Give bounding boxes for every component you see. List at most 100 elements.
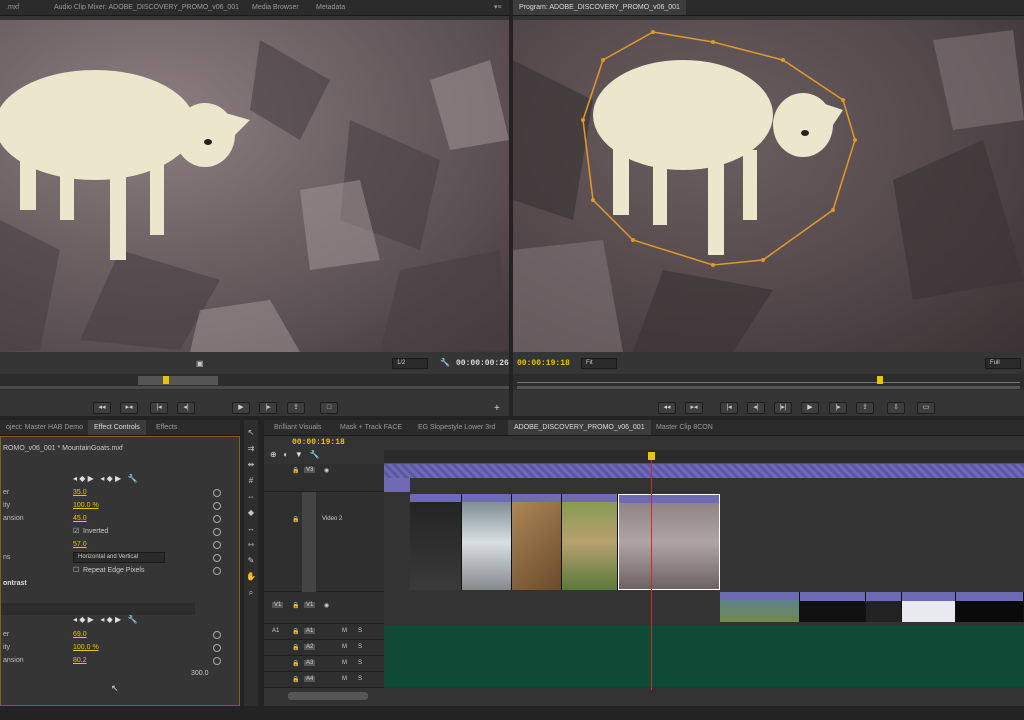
play-stop-button[interactable]: ▶ [232,402,250,414]
linked-selection-icon[interactable]: ◐ [283,450,288,459]
lock-icon[interactable]: 🔒 [292,602,299,609]
v1-clip[interactable] [902,592,956,622]
timeline-settings-icon[interactable]: 🔧 [309,450,319,459]
audio-clip[interactable] [384,625,1024,687]
program-resolution-dropdown[interactable]: Full [985,358,1021,369]
mute-button[interactable]: M [342,628,347,634]
program-extract-button[interactable]: ⇩ [887,402,905,414]
razor-tool-icon[interactable]: ◆ [246,508,256,518]
rolling-edit-tool-icon[interactable]: # [246,476,256,486]
zoom-tool-icon[interactable]: ⌕ [246,588,256,598]
reset-icon[interactable] [213,554,221,562]
program-mark-in-button[interactable]: ◂◂ [658,402,676,414]
tab-master-clip[interactable]: Master Clip 8CON [650,420,719,435]
tab-mask-track-face[interactable]: Mask + Track FACE [334,420,408,435]
v3-clip-2[interactable] [384,478,410,492]
reset-icon[interactable] [213,515,221,523]
source-zoom-dropdown[interactable]: 1/2 [392,358,428,369]
mute-button[interactable]: M [342,644,347,650]
timeline-playhead-icon[interactable] [648,452,655,460]
tab-effect-controls[interactable]: Effect Controls [88,420,146,435]
checkbox-icon[interactable]: ☑ [73,526,79,538]
reset-icon[interactable] [213,644,221,652]
program-go-to-in-button[interactable]: |◂ [720,402,738,414]
v1-clip[interactable] [956,592,1024,622]
lock-icon[interactable]: 🔒 [292,628,299,635]
program-scrubber[interactable] [513,374,1024,390]
tab-metadata[interactable]: Metadata [310,0,351,15]
checkbox-icon[interactable]: ☐ [73,565,79,577]
param-value[interactable]: 100.0 % [73,642,99,654]
v2-clip[interactable] [410,494,462,590]
param-value[interactable]: 69.0 [73,629,87,641]
v1-clip[interactable] [720,592,800,622]
program-lift-button[interactable]: ⇪ [856,402,874,414]
pen-tool-icon[interactable]: ✎ [246,556,256,566]
program-playhead-icon[interactable] [877,376,883,384]
solo-button[interactable]: S [358,676,362,682]
reset-icon[interactable] [213,657,221,665]
lock-icon[interactable]: 🔒 [292,467,299,474]
add-marker-icon[interactable]: ▼ [295,450,303,459]
tab-source-partial[interactable]: .mxf [0,0,25,15]
reset-icon[interactable] [213,567,221,575]
playhead-icon[interactable] [163,376,169,384]
v2-clip[interactable] [512,494,562,590]
program-step-back-button[interactable]: ◂| [747,402,765,414]
mark-in-button[interactable]: ◂◂ [93,402,111,414]
add-button-icon[interactable]: + [494,403,500,414]
v1-clip[interactable] [866,592,902,622]
selection-tool-icon[interactable]: ↖ [246,428,256,438]
mute-button[interactable]: M [342,660,347,666]
tab-program[interactable]: Program: ADOBE_DISCOVERY_PROMO_v06_001 [513,0,686,15]
v2-clip[interactable] [562,494,618,590]
ripple-edit-tool-icon[interactable]: ⇹ [246,460,256,470]
tab-eg-slopestyle[interactable]: EG Slopestyle Lower 3rd [412,420,501,435]
param-value[interactable]: 45.0 [73,513,87,525]
tab-effects[interactable]: Effects [150,420,183,435]
wrench-icon[interactable]: 🔧 [440,358,450,367]
reset-icon[interactable] [213,502,221,510]
rate-stretch-tool-icon[interactable]: ⇔ [246,492,256,502]
timeline-timecode[interactable]: 00:00:19:18 [292,438,345,447]
param-value[interactable]: 100.0 % [73,500,99,512]
hand-tool-icon[interactable]: ✋ [246,572,256,582]
time-ruler[interactable] [384,450,1024,464]
go-to-in-button[interactable]: |◂ [150,402,168,414]
eye-icon[interactable]: ◉ [324,467,329,474]
param-value[interactable]: 35.0 [73,487,87,499]
tab-adobe-discovery[interactable]: ADOBE_DISCOVERY_PROMO_v06_001 [508,420,651,435]
v2-clip[interactable] [462,494,512,590]
insert-button[interactable]: ⇪ [287,402,305,414]
program-step-forward-button[interactable]: |▸ [829,402,847,414]
tab-media-browser[interactable]: Media Browser [246,0,305,15]
export-frame-button[interactable]: □ [320,402,338,414]
reset-icon[interactable] [213,541,221,549]
timeline-scrollbar[interactable] [288,692,368,700]
solo-button[interactable]: S [358,644,362,650]
program-timecode[interactable]: 00:00:19:18 [517,359,570,368]
lock-icon[interactable]: 🔒 [292,676,299,683]
tab-project[interactable]: oject: Master HAB Demo [0,420,89,435]
v1-clip[interactable] [800,592,866,622]
source-scrubber[interactable] [0,374,509,390]
program-go-to-out-button[interactable]: |▸| [774,402,792,414]
panel-menu-icon[interactable]: ▾≡ [488,0,508,15]
lock-icon[interactable]: 🔒 [292,516,299,523]
keyframe-controls-2[interactable]: ◂ ◆ ▶ ◂ ◆ ▶ 🔧 [73,615,138,624]
step-forward-button[interactable]: |▸ [259,402,277,414]
program-export-frame-button[interactable]: ▭ [917,402,935,414]
program-play-stop-button[interactable]: ▶ [801,402,819,414]
eye-icon[interactable]: ◉ [324,602,329,609]
solo-button[interactable]: S [358,660,362,666]
lock-icon[interactable]: 🔒 [292,660,299,667]
lock-icon[interactable]: 🔒 [292,644,299,651]
reset-icon[interactable] [213,631,221,639]
mark-out-button[interactable]: ▸◂ [120,402,138,414]
mute-button[interactable]: M [342,676,347,682]
v2-clip-selected[interactable] [618,494,720,590]
param-value[interactable]: 57.0 [73,539,87,551]
tab-brilliant-visuals[interactable]: Brilliant Visuals [268,420,327,435]
keyframe-controls[interactable]: ◂ ◆ ▶ ◂ ◆ ▶ 🔧 [73,474,138,483]
tab-audio-clip-mixer[interactable]: Audio Clip Mixer: ADOBE_DISCOVERY_PROMO_… [48,0,245,15]
